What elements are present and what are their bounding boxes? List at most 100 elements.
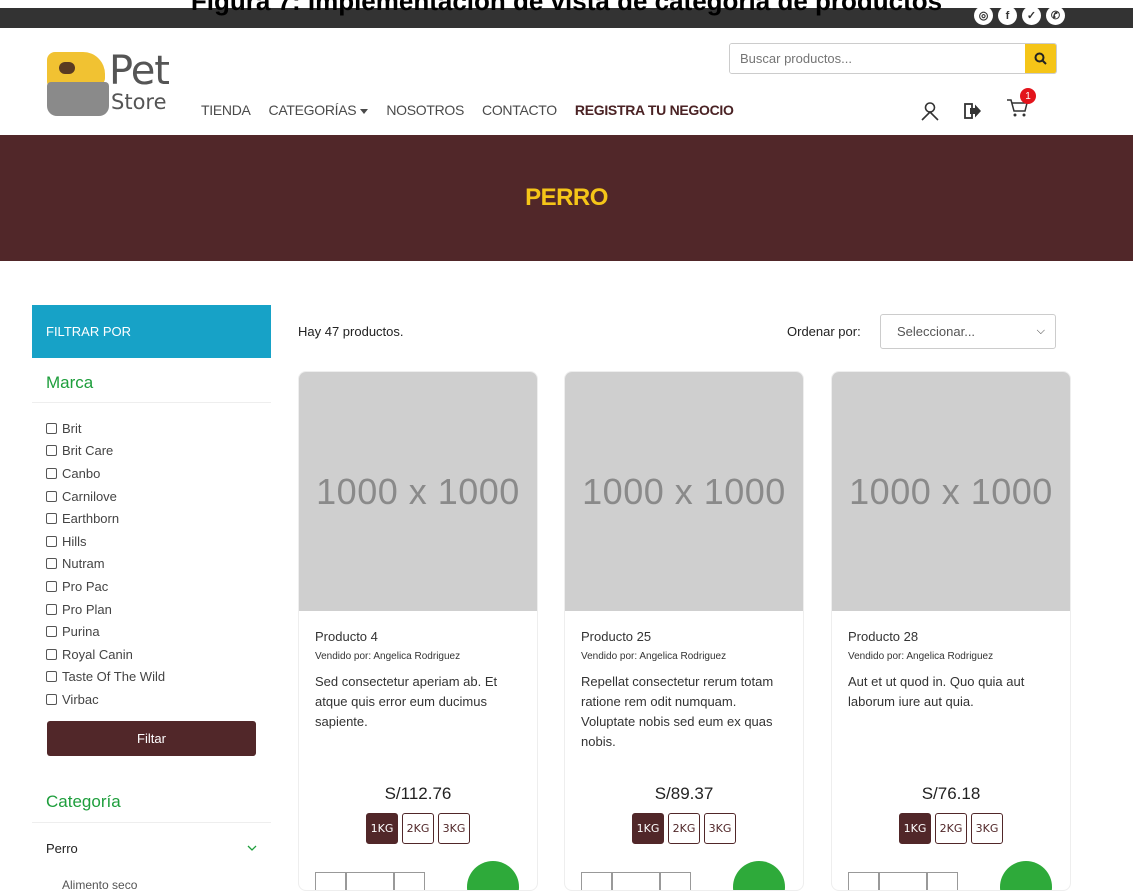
- product-card[interactable]: 1000 x 1000 Producto 4 Vendido por: Ange…: [298, 371, 538, 891]
- subcategory-item[interactable]: Alimento seco: [32, 856, 271, 892]
- product-seller: Vendido por: Angelica Rodriguez: [581, 651, 727, 662]
- product-description: Repellat consectetur rerum totam ratione…: [581, 674, 774, 750]
- search-bar: [729, 43, 1057, 74]
- brand-option[interactable]: Taste Of The Wild: [46, 666, 257, 689]
- twitter-icon[interactable]: ✓: [1022, 6, 1041, 25]
- filter-sidebar: FILTRAR POR Marca Brit Brit Care Canbo C…: [32, 305, 271, 892]
- brand-label: Brit: [62, 420, 82, 436]
- brand-option[interactable]: Hills: [46, 530, 257, 553]
- logo-yellow-shape: [47, 52, 105, 86]
- product-price: S/76.18: [921, 784, 981, 803]
- whatsapp-icon[interactable]: ✆: [1046, 6, 1065, 25]
- nav-categorias[interactable]: CATEGORÍAS: [269, 102, 369, 118]
- add-to-cart-button[interactable]: [467, 861, 519, 890]
- checkbox[interactable]: [46, 445, 57, 457]
- size-option[interactable]: 2KG: [935, 813, 967, 844]
- checkbox[interactable]: [46, 467, 57, 479]
- filter-button[interactable]: Filtar: [47, 720, 256, 756]
- brand-option[interactable]: Carnilove: [46, 485, 257, 508]
- add-to-cart-button[interactable]: [1000, 861, 1052, 890]
- size-option[interactable]: 3KG: [704, 813, 736, 844]
- logout-icon[interactable]: [964, 102, 982, 120]
- logo-text-pet: Pet: [109, 48, 170, 94]
- facebook-icon[interactable]: f: [998, 6, 1017, 25]
- category-item-perro[interactable]: Perro: [32, 823, 271, 856]
- cart-button[interactable]: 1: [1006, 88, 1036, 123]
- size-option-selected[interactable]: 1KG: [366, 813, 398, 844]
- nav-contacto[interactable]: CONTACTO: [482, 102, 557, 118]
- brand-option[interactable]: Brit Care: [46, 440, 257, 463]
- size-options: 1KG 2KG 3KG: [832, 813, 1070, 844]
- brand-label: Hills: [62, 533, 87, 549]
- checkbox[interactable]: [46, 693, 57, 705]
- chevron-down-icon[interactable]: [247, 845, 257, 852]
- product-name[interactable]: Producto 4: [299, 611, 537, 644]
- product-image-placeholder[interactable]: 1000 x 1000: [299, 372, 537, 611]
- instagram-icon[interactable]: ◎: [974, 6, 993, 25]
- user-icon[interactable]: [920, 101, 940, 121]
- checkbox[interactable]: [46, 648, 57, 660]
- add-to-cart-button[interactable]: [733, 861, 785, 890]
- brand-option[interactable]: Pro Plan: [46, 598, 257, 621]
- checkbox[interactable]: [46, 513, 57, 525]
- brand-label: Brit Care: [62, 443, 114, 459]
- brand-option[interactable]: Royal Canin: [46, 643, 257, 666]
- brand-option[interactable]: Earthborn: [46, 507, 257, 530]
- header-icons: 1: [920, 88, 1036, 123]
- logo-text-store: Store: [111, 90, 167, 114]
- brand-option[interactable]: Virbac: [46, 688, 257, 711]
- logo-gray-shape: [47, 82, 109, 116]
- checkbox[interactable]: [46, 558, 57, 570]
- search-button[interactable]: [1025, 44, 1056, 73]
- product-name[interactable]: Producto 28: [832, 611, 1070, 644]
- brand-option[interactable]: Brit: [46, 417, 257, 440]
- search-icon: [1034, 52, 1047, 65]
- checkbox[interactable]: [46, 671, 57, 683]
- brand-option[interactable]: Canbo: [46, 462, 257, 485]
- size-option[interactable]: 2KG: [402, 813, 434, 844]
- product-image-placeholder[interactable]: 1000 x 1000: [565, 372, 803, 611]
- brand-label: Purina: [62, 624, 100, 640]
- cart-count-badge: 1: [1020, 88, 1036, 104]
- nav-register-business[interactable]: REGISTRA TU NEGOCIO: [575, 102, 734, 118]
- size-option[interactable]: 2KG: [668, 813, 700, 844]
- brand-list: Brit Brit Care Canbo Carnilove Earthborn…: [32, 403, 271, 717]
- product-description: Aut et ut quod in. Quo quia aut laborum …: [848, 674, 1025, 710]
- checkbox[interactable]: [46, 603, 57, 615]
- nav-tienda[interactable]: TIENDA: [201, 102, 251, 118]
- nav-nosotros[interactable]: NOSOTROS: [386, 102, 464, 118]
- brand-option[interactable]: Nutram: [46, 553, 257, 576]
- filter-header: FILTRAR POR: [32, 305, 271, 358]
- checkbox[interactable]: [46, 490, 57, 502]
- order-select-value: Seleccionar...: [897, 324, 976, 339]
- brand-section-title: Marca: [32, 358, 271, 403]
- product-card[interactable]: 1000 x 1000 Producto 28 Vendido por: Ang…: [831, 371, 1071, 891]
- checkbox[interactable]: [46, 422, 57, 434]
- order-label: Ordenar por:: [787, 324, 861, 339]
- category-section-title: Categoría: [32, 756, 271, 823]
- product-name[interactable]: Producto 25: [565, 611, 803, 644]
- product-price: S/112.76: [384, 784, 452, 803]
- brand-label: Royal Canin: [62, 646, 133, 662]
- checkbox[interactable]: [46, 535, 57, 547]
- logo-ear-shape: [59, 62, 75, 74]
- product-card[interactable]: 1000 x 1000 Producto 25 Vendido por: Ang…: [564, 371, 804, 891]
- checkbox[interactable]: [46, 580, 57, 592]
- brand-label: Canbo: [62, 465, 101, 481]
- size-option-selected[interactable]: 1KG: [632, 813, 664, 844]
- product-seller: Vendido por: Angelica Rodriguez: [848, 651, 994, 662]
- product-image-placeholder[interactable]: 1000 x 1000: [832, 372, 1070, 611]
- size-option-selected[interactable]: 1KG: [899, 813, 931, 844]
- size-options: 1KG 2KG 3KG: [299, 813, 537, 844]
- order-select[interactable]: Seleccionar... ⌵: [880, 314, 1056, 349]
- brand-label: Taste Of The Wild: [62, 669, 166, 685]
- size-option[interactable]: 3KG: [971, 813, 1003, 844]
- checkbox[interactable]: [46, 626, 57, 638]
- product-count: Hay 47 productos.: [298, 324, 404, 339]
- brand-option[interactable]: Purina: [46, 620, 257, 643]
- size-option[interactable]: 3KG: [438, 813, 470, 844]
- store-logo[interactable]: Pet Store: [47, 48, 177, 124]
- brand-option[interactable]: Pro Pac: [46, 575, 257, 598]
- brand-label: Nutram: [62, 556, 105, 572]
- search-input[interactable]: [730, 44, 1025, 73]
